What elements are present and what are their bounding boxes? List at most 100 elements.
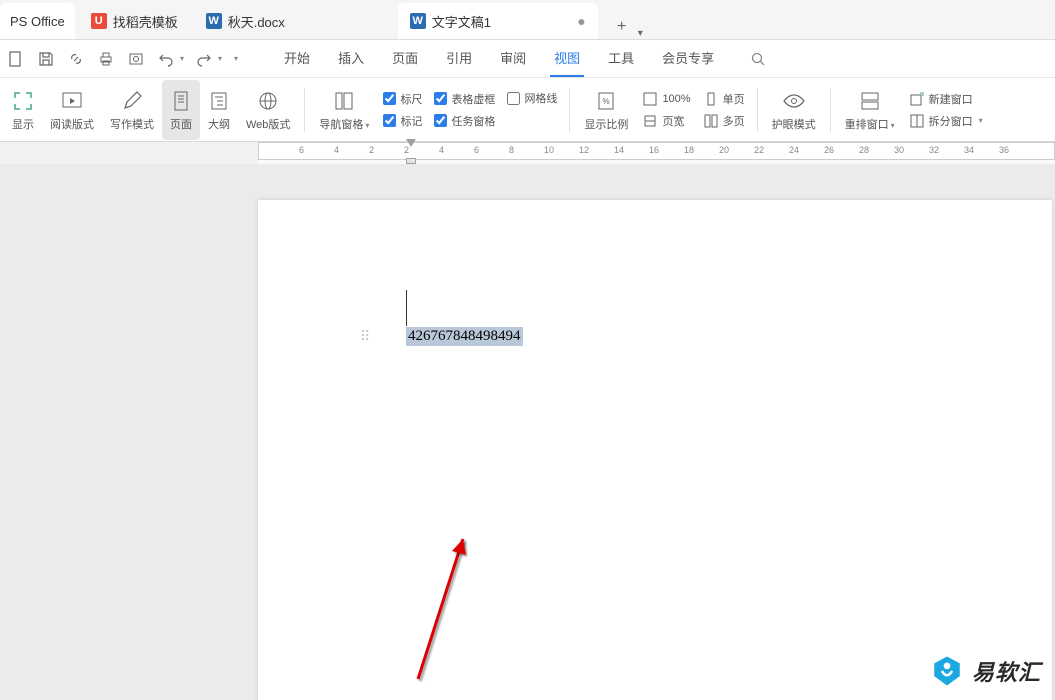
outline-button[interactable]: 大纲 xyxy=(200,80,238,140)
zoom-button[interactable]: % 显示比例 xyxy=(576,80,636,140)
page-layout-button[interactable]: 页面 xyxy=(162,80,200,140)
arrange-icon xyxy=(859,88,881,114)
ruler-tick: 10 xyxy=(544,145,554,155)
word-icon: W xyxy=(410,13,426,29)
fullscreen-icon xyxy=(12,88,34,114)
word-icon: W xyxy=(206,13,222,29)
save-icon[interactable] xyxy=(36,49,56,69)
table-outline-checkbox[interactable]: 表格虚框 xyxy=(434,91,495,107)
divider xyxy=(830,88,831,132)
tab-doc-current[interactable]: W 文字文稿1 ● xyxy=(398,3,598,39)
ruler-tick: 34 xyxy=(964,145,974,155)
split-icon xyxy=(909,113,925,129)
file-icon[interactable] xyxy=(6,49,26,69)
grid-check: 网格线 xyxy=(501,86,563,133)
menu-bar: ▾ ▾ ▾ 开始 插入 页面 引用 审阅 视图 工具 会员专享 xyxy=(0,40,1055,78)
menu-view[interactable]: 视图 xyxy=(550,40,584,77)
chevron-down-icon[interactable]: ▾ xyxy=(218,54,222,63)
ruler-tick: 30 xyxy=(894,145,904,155)
document-area: ⠿ 426767848498494 xyxy=(0,164,1055,700)
quick-access-toolbar: ▾ ▾ ▾ xyxy=(6,49,250,69)
ruler-tick: 28 xyxy=(859,145,869,155)
page-width-icon xyxy=(642,113,658,129)
menu-member[interactable]: 会员专享 xyxy=(658,40,718,77)
link-icon[interactable] xyxy=(66,49,86,69)
multi-page-icon xyxy=(703,113,719,129)
window-actions: 新建窗口 拆分窗口▾ xyxy=(903,87,989,133)
ruler-tick: 16 xyxy=(649,145,659,155)
ruler-checkbox[interactable]: 标尺 xyxy=(383,91,422,107)
selected-text[interactable]: 426767848498494 xyxy=(406,327,523,346)
ruler-tick: 24 xyxy=(789,145,799,155)
tab-templates[interactable]: U 找稻壳模板 xyxy=(79,3,190,39)
undo-icon[interactable] xyxy=(156,49,176,69)
tab-home[interactable]: PS Office xyxy=(0,3,75,39)
arrange-windows-button[interactable]: 重排窗口▾ xyxy=(837,80,903,140)
nav-pane-button[interactable]: 导航窗格▾ xyxy=(311,80,377,140)
web-layout-button[interactable]: Web版式 xyxy=(238,80,298,140)
ruler-marker-checks: 标尺 标记 xyxy=(377,87,428,133)
ruler-tick: 4 xyxy=(334,145,339,155)
close-icon[interactable]: ● xyxy=(577,13,585,29)
ruler-tick: 26 xyxy=(824,145,834,155)
menu-reference[interactable]: 引用 xyxy=(442,40,476,77)
multi-page-button[interactable]: 多页 xyxy=(703,113,745,129)
add-tab-button[interactable]: + xyxy=(610,15,634,39)
menu-review[interactable]: 审阅 xyxy=(496,40,530,77)
ruler-tick: 14 xyxy=(614,145,624,155)
menu-tools[interactable]: 工具 xyxy=(604,40,638,77)
ruler-tick: 36 xyxy=(999,145,1009,155)
annotation-arrow xyxy=(408,529,488,689)
grid-checkbox[interactable]: 网格线 xyxy=(507,90,557,106)
indent-marker-top[interactable] xyxy=(406,139,416,147)
search-icon[interactable] xyxy=(748,49,768,69)
menu-insert[interactable]: 插入 xyxy=(334,40,368,77)
text-cursor xyxy=(406,290,407,326)
fullscreen-button[interactable]: 显示 xyxy=(4,80,42,140)
horizontal-ruler[interactable]: 64224681012141618202224262830323436 xyxy=(258,142,1055,160)
ruler-tick: 6 xyxy=(474,145,479,155)
split-window-button[interactable]: 拆分窗口▾ xyxy=(909,113,983,129)
outline-icon xyxy=(208,88,230,114)
print-icon[interactable] xyxy=(96,49,116,69)
zoom-100-button[interactable]: 100% xyxy=(642,91,690,107)
ruler-tick: 2 xyxy=(369,145,374,155)
chevron-down-icon[interactable]: ▾ xyxy=(234,54,238,63)
writing-mode-button[interactable]: 写作模式 xyxy=(102,80,162,140)
ruler-tick: 18 xyxy=(684,145,694,155)
marker-checkbox[interactable]: 标记 xyxy=(383,113,422,129)
new-window-icon xyxy=(909,91,925,107)
eye-icon xyxy=(782,88,806,114)
tab-home-label: PS Office xyxy=(10,14,65,29)
menu-page[interactable]: 页面 xyxy=(388,40,422,77)
drag-handle-icon[interactable]: ⠿ xyxy=(360,328,366,345)
chevron-down-icon[interactable]: ▾ xyxy=(180,54,184,63)
eye-care-button[interactable]: 护眼模式 xyxy=(764,80,824,140)
ruler-tick: 22 xyxy=(754,145,764,155)
task-pane-checkbox[interactable]: 任务窗格 xyxy=(434,113,495,129)
watermark: 易软汇 xyxy=(930,654,1041,688)
ruler-tick: 8 xyxy=(509,145,514,155)
menu-items: 开始 插入 页面 引用 审阅 视图 工具 会员专享 xyxy=(280,40,718,77)
page-presets: 单页 多页 xyxy=(697,87,751,133)
document-page[interactable]: ⠿ 426767848498494 xyxy=(258,200,1052,700)
ruler-tick: 20 xyxy=(719,145,729,155)
watermark-text: 易软汇 xyxy=(972,655,1041,687)
menu-start[interactable]: 开始 xyxy=(280,40,314,77)
tab-templates-label: 找稻壳模板 xyxy=(113,12,178,31)
ruler-area: 64224681012141618202224262830323436 xyxy=(258,142,1055,164)
tab-dropdown-icon[interactable]: ▾ xyxy=(638,28,643,39)
redo-icon[interactable] xyxy=(194,49,214,69)
print-preview-icon[interactable] xyxy=(126,49,146,69)
globe-icon xyxy=(257,88,279,114)
new-window-button[interactable]: 新建窗口 xyxy=(909,91,983,107)
one-page-button[interactable]: 单页 xyxy=(703,91,745,107)
ruler-tick: 32 xyxy=(929,145,939,155)
reading-view-button[interactable]: 阅读版式 xyxy=(42,80,102,140)
table-task-checks: 表格虚框 任务窗格 xyxy=(428,87,501,133)
watermark-logo-icon xyxy=(930,654,964,688)
svg-text:%: % xyxy=(603,97,610,106)
tab-doc-autumn[interactable]: W 秋天.docx xyxy=(194,3,394,39)
zoom-icon: % xyxy=(595,88,617,114)
page-width-button[interactable]: 页宽 xyxy=(642,113,690,129)
